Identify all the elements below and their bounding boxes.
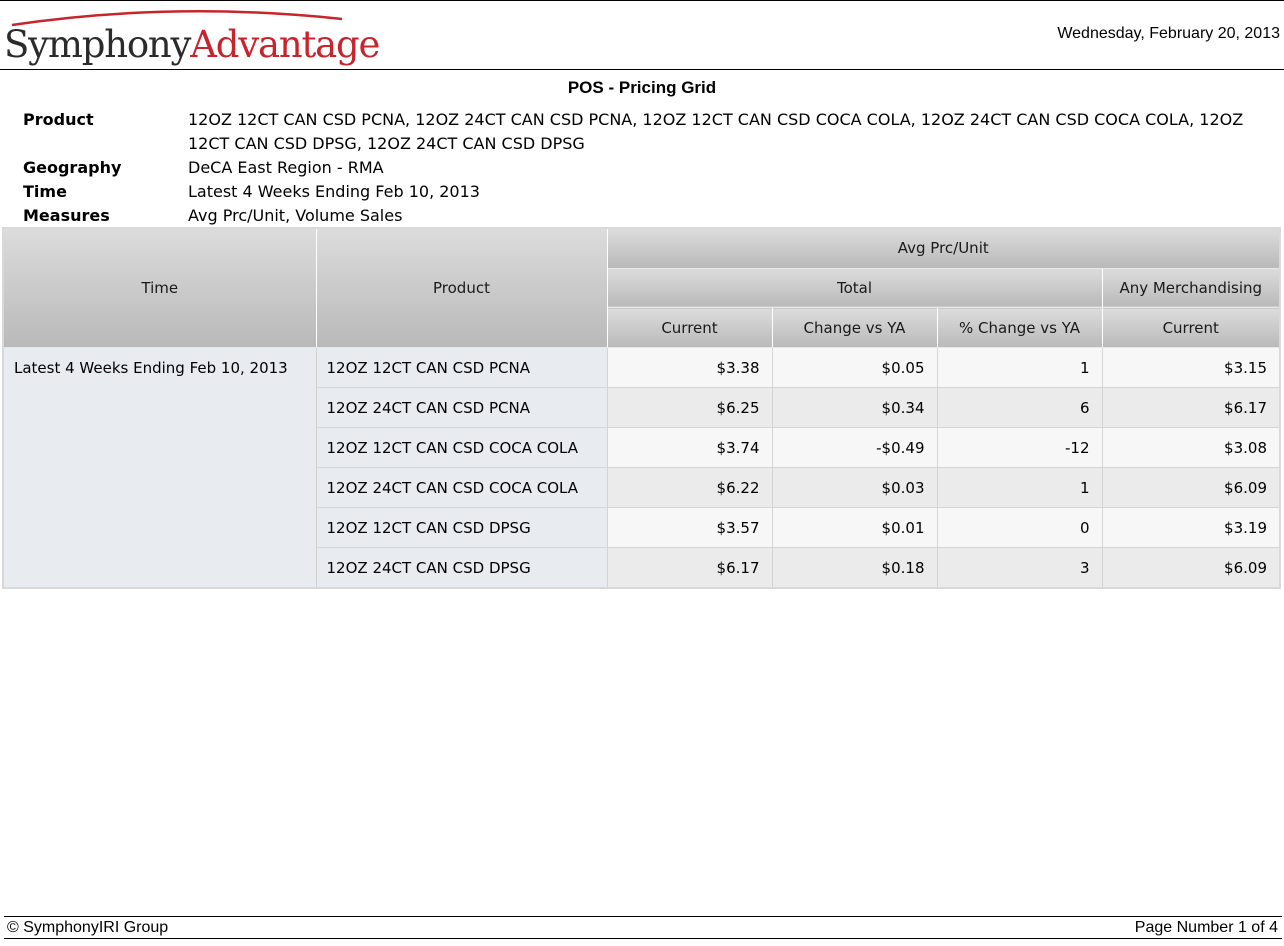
group-header-any-merchandising[interactable]: Any Merchandising xyxy=(1101,267,1281,309)
cell-current: $6.25 xyxy=(606,387,773,428)
row-header-product: 12OZ 12CT CAN CSD COCA COLA xyxy=(315,427,608,468)
column-header-current[interactable]: Current xyxy=(606,307,773,348)
criteria-row-time: Time Latest 4 Weeks Ending Feb 10, 2013 xyxy=(23,180,1273,204)
cell-current: $3.74 xyxy=(606,427,773,468)
criteria-value: Avg Prc/Unit, Volume Sales xyxy=(188,206,403,225)
report-title: POS - Pricing Grid xyxy=(567,78,717,97)
cell-pct-change-vs-ya: 1 xyxy=(936,347,1103,388)
copyright-text: © SymphonyIRI Group xyxy=(7,919,169,936)
criteria-label: Measures xyxy=(23,206,110,225)
report-date: Wednesday, February 20, 2013 xyxy=(1057,25,1280,42)
cell-pct-change-vs-ya: -12 xyxy=(936,427,1103,468)
cell-merch-current: $3.15 xyxy=(1101,347,1281,388)
cell-merch-current: $6.09 xyxy=(1101,547,1281,589)
report-footer: © SymphonyIRI Group Page Number 1 of 4 xyxy=(4,916,1282,939)
cell-pct-change-vs-ya: 3 xyxy=(936,547,1103,589)
column-header-merch-current[interactable]: Current xyxy=(1101,307,1281,348)
logo-wordmark-part1: Symphony xyxy=(4,23,191,66)
column-header-pct-change-vs-ya[interactable]: % Change vs YA xyxy=(936,307,1103,348)
cell-change-vs-ya: $0.01 xyxy=(771,507,938,548)
cell-merch-current: $6.17 xyxy=(1101,387,1281,428)
criteria-row-product: Product 12OZ 12CT CAN CSD PCNA, 12OZ 24C… xyxy=(23,108,1273,156)
column-header-change-vs-ya[interactable]: Change vs YA xyxy=(771,307,938,348)
row-header-product: 12OZ 24CT CAN CSD PCNA xyxy=(315,387,608,428)
cell-change-vs-ya: $0.03 xyxy=(771,467,938,508)
criteria-value: DeCA East Region - RMA xyxy=(188,158,384,177)
column-header-product[interactable]: Product xyxy=(315,227,608,348)
criteria-label: Product xyxy=(23,110,94,129)
page-number: Page Number 1 of 4 xyxy=(1134,919,1278,936)
report-header: SymphonyAdvantage Wednesday, February 20… xyxy=(0,1,1284,70)
measure-header-avg-prc-unit[interactable]: Avg Prc/Unit xyxy=(606,227,1281,269)
criteria-value: 12OZ 12CT CAN CSD PCNA, 12OZ 24CT CAN CS… xyxy=(188,110,1244,153)
cell-pct-change-vs-ya: 6 xyxy=(936,387,1103,428)
cell-current: $6.17 xyxy=(606,547,773,589)
cell-merch-current: $6.09 xyxy=(1101,467,1281,508)
criteria-label: Geography xyxy=(23,158,122,177)
group-header-total[interactable]: Total xyxy=(606,267,1103,309)
pricing-grid-table: Time Product Avg Prc/Unit Total Any Merc… xyxy=(2,227,1281,589)
row-header-product: 12OZ 12CT CAN CSD PCNA xyxy=(315,347,608,388)
table-row: Latest 4 Weeks Ending Feb 10, 2013 12OZ … xyxy=(2,347,1281,589)
cell-current: $6.22 xyxy=(606,467,773,508)
row-header-product: 12OZ 12CT CAN CSD DPSG xyxy=(315,507,608,548)
column-header-time[interactable]: Time xyxy=(2,227,317,348)
cell-change-vs-ya: $0.18 xyxy=(771,547,938,589)
logo-wordmark: SymphonyAdvantage xyxy=(4,23,380,67)
criteria-value: Latest 4 Weeks Ending Feb 10, 2013 xyxy=(188,182,480,201)
criteria-label: Time xyxy=(23,182,67,201)
cell-change-vs-ya: $0.34 xyxy=(771,387,938,428)
row-header-time: Latest 4 Weeks Ending Feb 10, 2013 xyxy=(2,347,317,589)
report-criteria: Product 12OZ 12CT CAN CSD PCNA, 12OZ 24C… xyxy=(23,108,1273,228)
cell-current: $3.57 xyxy=(606,507,773,548)
cell-current: $3.38 xyxy=(606,347,773,388)
cell-change-vs-ya: -$0.49 xyxy=(771,427,938,468)
criteria-row-measures: Measures Avg Prc/Unit, Volume Sales xyxy=(23,204,1273,228)
cell-merch-current: $3.08 xyxy=(1101,427,1281,468)
cell-pct-change-vs-ya: 1 xyxy=(936,467,1103,508)
row-header-product: 12OZ 24CT CAN CSD DPSG xyxy=(315,547,608,589)
cell-change-vs-ya: $0.05 xyxy=(771,347,938,388)
symphony-advantage-logo: SymphonyAdvantage xyxy=(4,5,380,69)
criteria-row-geography: Geography DeCA East Region - RMA xyxy=(23,156,1273,180)
cell-pct-change-vs-ya: 0 xyxy=(936,507,1103,548)
cell-merch-current: $3.19 xyxy=(1101,507,1281,548)
row-header-product: 12OZ 24CT CAN CSD COCA COLA xyxy=(315,467,608,508)
logo-wordmark-part2: Advantage xyxy=(190,23,380,66)
